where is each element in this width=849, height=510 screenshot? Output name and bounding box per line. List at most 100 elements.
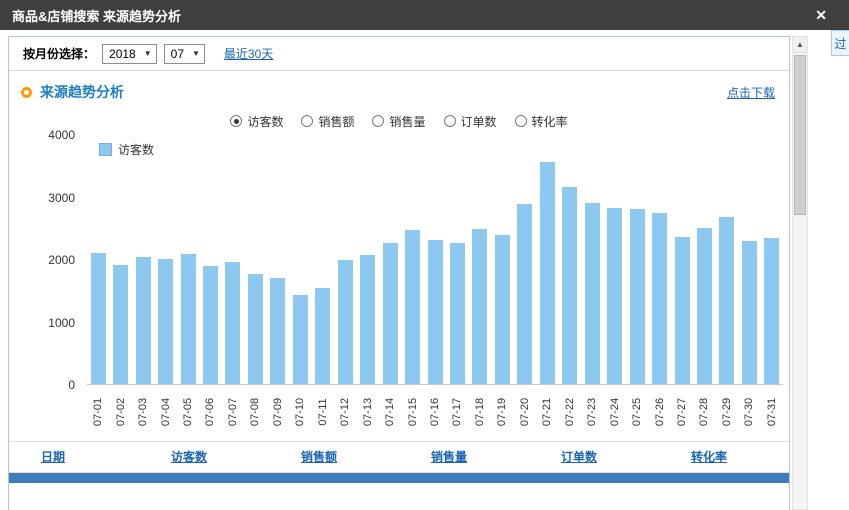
bar[interactable] [248, 274, 263, 384]
column-header-link[interactable]: 销售额 [301, 450, 337, 464]
vertical-scrollbar[interactable]: ▲ [792, 36, 808, 510]
column-header-2: 访客数 [139, 448, 269, 466]
x-axis-label: 07-05 [177, 386, 199, 438]
bar-column [132, 135, 154, 384]
bar[interactable] [675, 237, 690, 385]
bar[interactable] [472, 229, 487, 384]
chevron-down-icon: ▼ [144, 49, 152, 58]
dialog-title: 商品&店铺搜索 来源趋势分析 [12, 6, 181, 25]
y-axis-tick: 4000 [15, 128, 75, 142]
bar[interactable] [136, 257, 151, 384]
table-row[interactable] [9, 473, 789, 483]
x-axis-label: 07-20 [514, 386, 536, 438]
bar[interactable] [652, 213, 667, 384]
bar-column [87, 135, 109, 384]
bar-column [289, 135, 311, 384]
chevron-down-icon: ▼ [192, 49, 200, 58]
column-header-5: 订单数 [529, 448, 659, 466]
x-axis-label: 07-22 [559, 386, 581, 438]
download-link[interactable]: 点击下载 [727, 84, 775, 101]
bar[interactable] [360, 255, 375, 384]
column-header-link[interactable]: 访客数 [171, 450, 207, 464]
bar[interactable] [697, 228, 712, 384]
bar[interactable] [315, 288, 330, 384]
bar[interactable] [338, 260, 353, 384]
legend-swatch [99, 143, 112, 156]
bar[interactable] [383, 243, 398, 384]
bar[interactable] [742, 241, 757, 384]
bar[interactable] [91, 253, 106, 384]
bar-column [356, 135, 378, 384]
x-axis-label: 07-14 [379, 386, 401, 438]
metric-radio-4[interactable]: 订单数 [444, 113, 497, 129]
y-axis-tick: 2000 [15, 253, 75, 267]
bar-column [626, 135, 648, 384]
radio-icon[interactable] [301, 115, 313, 127]
bar[interactable] [764, 238, 779, 384]
bar-column [379, 135, 401, 384]
radio-icon[interactable] [372, 115, 384, 127]
radio-icon[interactable] [444, 115, 456, 127]
bar[interactable] [630, 209, 645, 384]
bar[interactable] [495, 235, 510, 384]
chart-xlabels: 07-0107-0207-0307-0407-0507-0607-0707-08… [87, 386, 783, 438]
column-header-link[interactable]: 销售量 [431, 450, 467, 464]
side-tab-2[interactable]: 过 [831, 30, 849, 56]
recent-30-days-link[interactable]: 最近30天 [224, 45, 273, 62]
column-header-3: 销售额 [269, 448, 399, 466]
x-axis-label: 07-02 [109, 386, 131, 438]
legend-label: 访客数 [118, 141, 154, 158]
metric-radio-5[interactable]: 转化率 [515, 113, 568, 129]
bar[interactable] [585, 203, 600, 384]
bar[interactable] [607, 208, 622, 384]
trend-analysis-dialog: 商品&店铺搜索 来源趋势分析 ✕ 按月份选择： 2018 ▼ 07 ▼ 最近30… [0, 0, 849, 510]
bar[interactable] [540, 162, 555, 384]
bar-column [536, 135, 558, 384]
scroll-up-button[interactable]: ▲ [793, 37, 807, 53]
bar[interactable] [562, 187, 577, 384]
orange-ring-icon [21, 87, 32, 98]
column-header-4: 销售量 [399, 448, 529, 466]
x-axis-label: 07-23 [581, 386, 603, 438]
metric-radio-2[interactable]: 销售额 [301, 113, 354, 129]
bar[interactable] [517, 204, 532, 384]
column-header-link[interactable]: 转化率 [691, 450, 727, 464]
metric-radio-label: 转化率 [532, 113, 568, 130]
bar[interactable] [203, 266, 218, 384]
column-header-1: 日期 [9, 448, 139, 466]
bar[interactable] [158, 259, 173, 384]
dialog-content-panel: 按月份选择： 2018 ▼ 07 ▼ 最近30天 来源趋势分析 点击下载 访客数… [8, 36, 790, 510]
x-axis-label: 07-07 [222, 386, 244, 438]
month-select[interactable]: 07 ▼ [164, 44, 205, 64]
bar[interactable] [428, 240, 443, 384]
metric-radio-1[interactable]: 访客数 [230, 113, 283, 129]
bar-column [424, 135, 446, 384]
x-axis-label: 07-01 [87, 386, 109, 438]
side-tab-label: 过 [834, 35, 846, 52]
scrollbar-thumb[interactable] [794, 55, 806, 215]
bar[interactable] [113, 265, 128, 384]
radio-icon[interactable] [515, 115, 527, 127]
bar-column [154, 135, 176, 384]
close-icon[interactable]: ✕ [815, 8, 827, 22]
chart-legend: 访客数 [99, 141, 154, 158]
column-header-link[interactable]: 订单数 [561, 450, 597, 464]
x-axis-label: 07-26 [648, 386, 670, 438]
bar[interactable] [181, 254, 196, 384]
radio-selected-icon[interactable] [230, 115, 242, 127]
bar-column [469, 135, 491, 384]
bar[interactable] [270, 278, 285, 384]
year-select[interactable]: 2018 ▼ [102, 44, 157, 64]
x-axis-label: 07-09 [267, 386, 289, 438]
bar[interactable] [719, 217, 734, 384]
bar[interactable] [405, 230, 420, 384]
bar[interactable] [225, 262, 240, 384]
metric-radio-3[interactable]: 销售量 [372, 113, 425, 129]
column-header-link[interactable]: 日期 [41, 450, 65, 464]
bar[interactable] [450, 243, 465, 384]
x-axis-label: 07-24 [603, 386, 625, 438]
bar-column [312, 135, 334, 384]
y-axis-tick: 1000 [15, 316, 75, 330]
table-header-row: 日期 访客数 销售额 销售量 订单数 转化率 [9, 441, 789, 473]
bar[interactable] [293, 295, 308, 384]
